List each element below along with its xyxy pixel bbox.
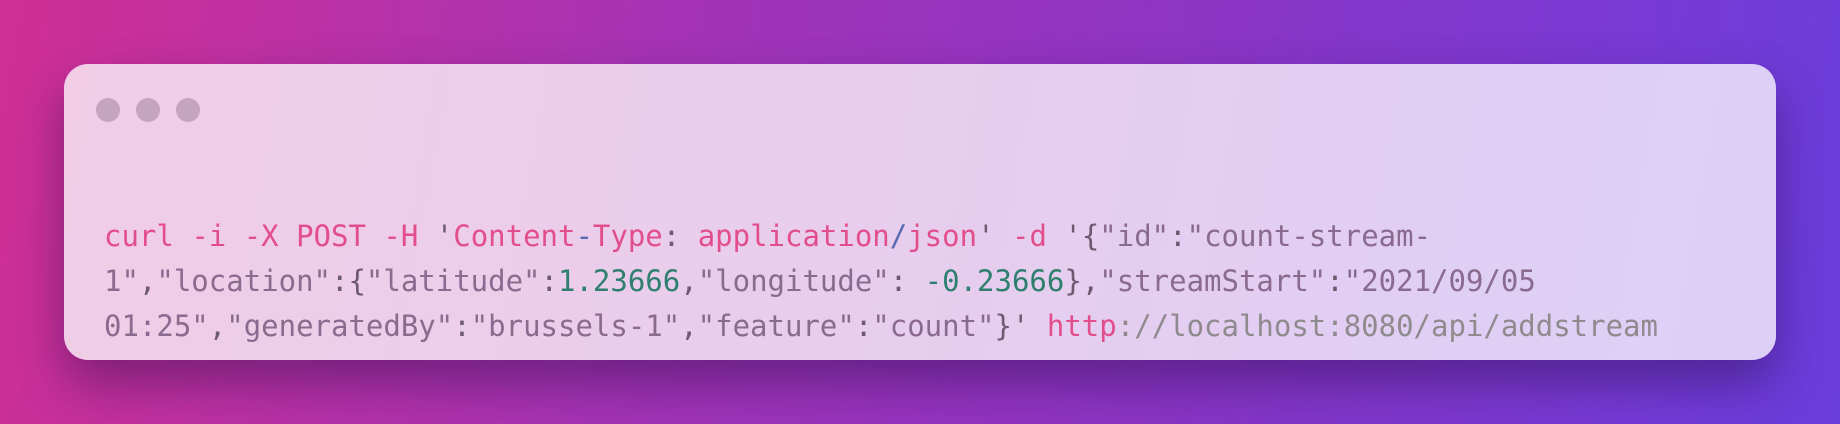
maximize-dot-icon — [176, 98, 200, 122]
token: "latitude" — [365, 264, 541, 298]
token: "longitude" — [697, 264, 890, 298]
token: , — [138, 264, 157, 298]
token: , — [680, 264, 698, 298]
token: -d — [1011, 219, 1047, 253]
token: "brussels-1" — [470, 309, 681, 343]
token: : — [540, 264, 558, 298]
token: "id" — [1099, 219, 1170, 253]
close-dot-icon — [96, 98, 120, 122]
token: ' — [977, 219, 1012, 253]
token: : — [453, 309, 471, 343]
code-window: curl -i -X POST -H 'Content-Type: applic… — [64, 64, 1776, 360]
token: "count-stream- — [1186, 219, 1432, 253]
token: Content — [453, 219, 576, 253]
token: "location" — [156, 264, 331, 298]
token: 1.23666 — [558, 264, 681, 298]
token: -i — [191, 219, 227, 253]
token: : — [1326, 264, 1344, 298]
token: ://localhost:8080/api/addstream — [1116, 309, 1658, 343]
token: : — [854, 309, 873, 343]
token: "count" — [872, 309, 995, 343]
code-line-3: 01:25","generatedBy":"brussels-1","featu… — [104, 304, 1658, 349]
token: json — [907, 219, 978, 253]
token: -H — [383, 219, 419, 253]
token: - — [575, 219, 593, 253]
window-controls — [96, 98, 200, 122]
token: : — [1169, 219, 1187, 253]
token: curl — [104, 219, 174, 253]
token: }' — [994, 309, 1047, 343]
token: ' — [418, 219, 454, 253]
token: 1" — [104, 264, 139, 298]
code-block: curl -i -X POST -H 'Content-Type: applic… — [104, 214, 1658, 349]
minimize-dot-icon — [136, 98, 160, 122]
code-line-2: 1","location":{"latitude":1.23666,"longi… — [104, 259, 1658, 304]
token: application — [697, 219, 890, 253]
token: : — [662, 219, 698, 253]
token: 01:25" — [104, 309, 209, 343]
token: "generatedBy" — [226, 309, 454, 343]
token: "2021/09/05 — [1343, 264, 1536, 298]
token: "feature" — [697, 309, 855, 343]
token: -X POST — [243, 219, 366, 253]
token: '{ — [1046, 219, 1100, 253]
token: Type — [592, 219, 663, 253]
token: "streamStart" — [1099, 264, 1327, 298]
token: http — [1046, 309, 1117, 343]
token: : — [889, 264, 925, 298]
token: -0.23666 — [924, 264, 1065, 298]
token: }, — [1064, 264, 1100, 298]
code-line-1: curl -i -X POST -H 'Content-Type: applic… — [104, 214, 1658, 259]
token: , — [680, 309, 698, 343]
token: / — [889, 219, 908, 253]
token: :{ — [331, 264, 366, 298]
token: , — [208, 309, 227, 343]
